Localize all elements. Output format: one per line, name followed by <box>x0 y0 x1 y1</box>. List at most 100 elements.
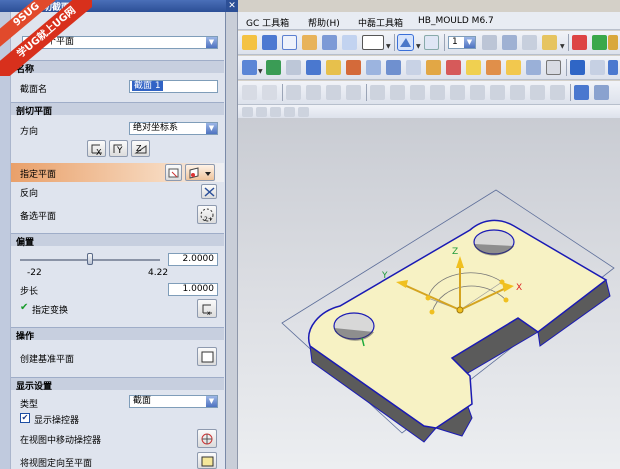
align-view-label: 将视图定向至平面 <box>20 459 93 469</box>
chevron-down-icon[interactable]: ▼ <box>386 43 391 50</box>
section-name-value: 截面 1 <box>132 81 163 91</box>
chevron-down-icon[interactable]: ▼ <box>560 43 565 50</box>
extrude-icon[interactable] <box>306 60 321 75</box>
arc-icon[interactable] <box>262 85 277 100</box>
move-manipulator-button[interactable] <box>197 429 217 448</box>
chamfer-icon[interactable] <box>486 60 501 75</box>
folder-icon[interactable] <box>242 35 257 50</box>
axis-y-button[interactable]: Y <box>109 140 128 157</box>
layer-settings-icon[interactable] <box>482 35 497 50</box>
axis-z-button[interactable]: Z <box>131 140 150 157</box>
offset-input[interactable]: 2.0000 <box>168 253 218 266</box>
axis-x-button[interactable]: X <box>87 140 106 157</box>
tangent-icon[interactable] <box>450 85 465 100</box>
tools-icon[interactable] <box>608 35 618 50</box>
display-type-combo[interactable]: 截面 ▼ <box>129 395 218 408</box>
point-icon[interactable] <box>242 60 257 75</box>
curve-line-icon[interactable] <box>242 85 257 100</box>
snap-point-icon[interactable] <box>242 107 253 117</box>
vertical-icon[interactable] <box>306 85 321 100</box>
view-rotate-icon[interactable] <box>594 85 609 100</box>
control-point-icon[interactable] <box>530 85 545 100</box>
alt-plane-button[interactable]: 2+ <box>197 205 217 224</box>
end-point-icon[interactable] <box>510 85 525 100</box>
direction-row: 方向 绝对坐标系 ▼ <box>11 122 224 138</box>
boss-icon[interactable] <box>366 60 381 75</box>
assembly-icon[interactable] <box>570 60 585 75</box>
component-icon[interactable] <box>590 60 605 75</box>
snap-icon[interactable] <box>572 35 587 50</box>
color-swatch-icon[interactable] <box>362 35 384 50</box>
snap-quadrant-icon[interactable] <box>298 107 309 117</box>
horizontal-icon[interactable] <box>390 85 405 100</box>
section-header-clip-plane[interactable]: 剖切平面 <box>11 102 224 117</box>
plane-dialog-button[interactable] <box>165 164 182 181</box>
section-name-input[interactable]: 截面 1 <box>129 80 218 93</box>
angle-icon[interactable] <box>286 85 301 100</box>
wcs-icon[interactable] <box>542 35 557 50</box>
menu-zhonglei-toolbox[interactable]: 中磊工具箱 <box>358 16 403 29</box>
quadrant-icon[interactable] <box>470 85 485 100</box>
cube-icon[interactable] <box>262 35 277 50</box>
palette-icon[interactable] <box>302 35 317 50</box>
intersection-icon[interactable] <box>490 85 505 100</box>
play-icon[interactable] <box>592 35 607 50</box>
datum-icon[interactable] <box>266 60 281 75</box>
section-header-display[interactable]: 显示设置 <box>11 377 224 392</box>
step-input[interactable]: 1.0000 <box>168 283 218 296</box>
section-header-name[interactable]: 名称 <box>11 60 224 75</box>
align-view-button[interactable] <box>197 452 217 469</box>
point-on-curve-icon[interactable] <box>550 85 565 100</box>
svg-text:x: x <box>207 310 211 317</box>
direction-combo[interactable]: 绝对坐标系 ▼ <box>129 122 218 135</box>
subtract-icon[interactable] <box>446 60 461 75</box>
constraint-icon[interactable] <box>608 60 618 75</box>
work-view-icon[interactable] <box>424 35 439 50</box>
dialog-title-bar[interactable]: 剖切截面 <box>0 0 226 13</box>
wireframe-cube-icon[interactable] <box>282 35 297 50</box>
pocket-icon[interactable] <box>386 60 401 75</box>
move-to-layer-icon[interactable] <box>522 35 537 50</box>
dialog-title: 剖切截面 <box>34 3 71 13</box>
close-icon[interactable]: ✕ <box>226 0 238 12</box>
sketch-icon[interactable] <box>286 60 301 75</box>
layer-visible-icon[interactable] <box>502 35 517 50</box>
snap-end-icon[interactable] <box>256 107 267 117</box>
menu-hb-mould[interactable]: HB_MOULD M6.7 <box>418 16 494 26</box>
shell-icon[interactable] <box>506 60 521 75</box>
section-view-icon[interactable] <box>397 34 414 51</box>
dimension-icon[interactable] <box>370 85 385 100</box>
revolve-icon[interactable] <box>326 60 341 75</box>
inferred-plane-dropdown[interactable] <box>185 164 215 181</box>
section-header-offset[interactable]: 偏置 <box>11 233 224 248</box>
graphics-viewport[interactable]: Z Y X <box>238 118 620 469</box>
offset-slider-thumb[interactable] <box>87 253 93 265</box>
center-icon[interactable] <box>430 85 445 100</box>
layer-icon[interactable] <box>322 35 337 50</box>
type-combo[interactable]: 一个平面 ▼ <box>22 36 218 49</box>
chevron-down-icon[interactable]: ▼ <box>416 43 421 50</box>
midpoint-icon[interactable] <box>410 85 425 100</box>
snap-mid-icon[interactable] <box>270 107 281 117</box>
layer-combo[interactable]: 1 ▼ <box>448 36 476 49</box>
perpendicular-icon[interactable] <box>326 85 341 100</box>
mirror-icon[interactable] <box>526 60 541 75</box>
display-icon[interactable] <box>342 35 357 50</box>
menu-help[interactable]: 帮助(H) <box>308 16 340 29</box>
parallel-icon[interactable] <box>346 85 361 100</box>
create-datum-plane-button[interactable] <box>197 347 217 366</box>
menu-gc-toolbox[interactable]: GC 工具箱 <box>246 16 289 29</box>
trim-icon[interactable] <box>546 60 561 75</box>
unite-icon[interactable] <box>426 60 441 75</box>
blend-icon[interactable] <box>466 60 481 75</box>
show-manipulator-checkbox[interactable]: ✔ <box>20 413 30 423</box>
reverse-direction-button[interactable] <box>201 184 217 199</box>
hole-icon[interactable] <box>346 60 361 75</box>
slot-icon[interactable] <box>406 60 421 75</box>
transform-button[interactable]: x <box>197 299 217 318</box>
chevron-down-icon[interactable]: ▼ <box>258 68 263 75</box>
snap-center-icon[interactable] <box>284 107 295 117</box>
section-header-operation[interactable]: 操作 <box>11 327 224 342</box>
specify-plane-row[interactable]: 指定平面 <box>11 163 224 182</box>
view-fit-icon[interactable] <box>574 85 589 100</box>
